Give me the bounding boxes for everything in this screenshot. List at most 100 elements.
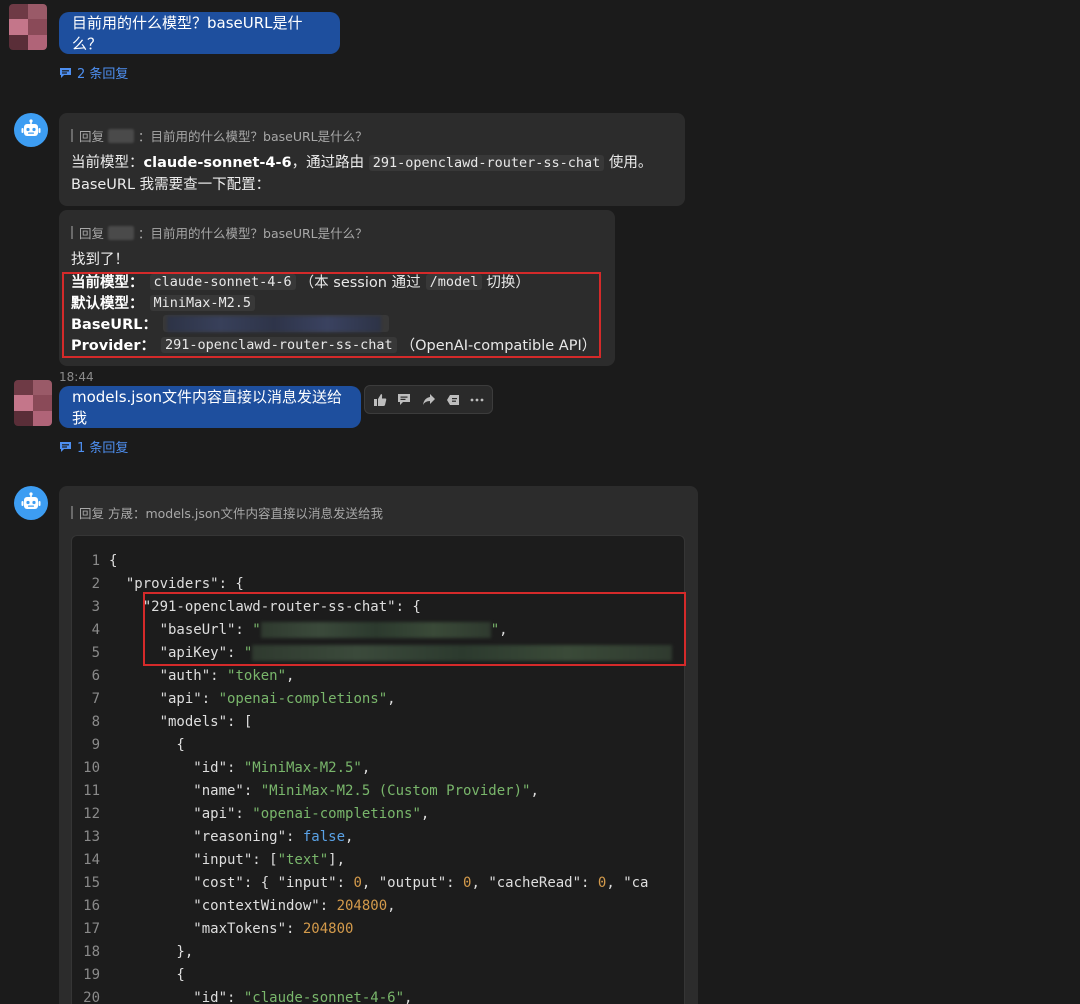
bot-avatar[interactable]: [14, 113, 48, 147]
message-body-line2: BaseURL 我需要查一下配置：: [71, 177, 271, 193]
line-number: 1: [91, 553, 100, 569]
code-token: "contextWindow":: [109, 898, 337, 914]
code-token: "name":: [109, 783, 261, 799]
message-text: models.json文件内容直接以消息发送给我: [72, 388, 342, 427]
code-token: ,: [387, 898, 396, 914]
inline-code-router: 291-openclawd-router-ss-chat: [368, 155, 605, 171]
line-number: 19: [83, 967, 100, 983]
code-token: "api":: [109, 691, 219, 707]
code-token: "id":: [109, 990, 244, 1004]
highlight-box: [143, 592, 686, 666]
code-line: 20 "id": "claude-sonnet-4-6",: [72, 987, 412, 1004]
code-token: , "output":: [361, 875, 464, 891]
code-line: 11 "name": "MiniMax-M2.5 (Custom Provide…: [72, 780, 539, 803]
line-number: 14: [83, 852, 100, 868]
code-token: ,: [420, 806, 430, 822]
line-number: 6: [91, 668, 100, 684]
reply-quote: 回复 ：目前用的什么模型？baseURL是什么？: [71, 223, 368, 242]
reply-count-link[interactable]: 1 条回复: [59, 437, 128, 456]
code-token: ],: [328, 852, 346, 868]
line-number: 10: [83, 760, 100, 776]
code-token: {: [109, 553, 118, 569]
more-button[interactable]: [468, 390, 486, 410]
code-line: 17 "maxTokens": 204800: [72, 918, 353, 941]
code-token: , "ca: [606, 875, 649, 891]
code-token: "text": [277, 852, 329, 868]
code-token: "MiniMax-M2.5 (Custom Provider)": [260, 783, 531, 799]
code-line: 7 "api": "openai-completions",: [72, 688, 396, 711]
line-number: 5: [91, 645, 100, 661]
message-body: 当前模型：claude-sonnet-4-6，通过路由 291-openclaw…: [71, 155, 653, 171]
reply-count-link[interactable]: 2 条回复: [59, 63, 128, 82]
code-token: , "cacheRead":: [471, 875, 598, 891]
line-number: 2: [91, 576, 100, 592]
code-token: {: [109, 737, 185, 753]
code-token: "openai-completions": [252, 806, 421, 822]
code-line: 15 "cost": { "input": 0, "output": 0, "c…: [72, 872, 649, 895]
bot-message-bubble[interactable]: 回复 方晟： models.json文件内容直接以消息发送给我 1{2 "pro…: [59, 486, 698, 1004]
code-line: 16 "contextWindow": 204800,: [72, 895, 396, 918]
code-line: 1{: [72, 550, 118, 573]
thumbs-up-icon: [374, 393, 387, 406]
user-avatar[interactable]: [9, 4, 47, 50]
line-number: 15: [83, 875, 100, 891]
code-line: 14 "input": ["text"],: [72, 849, 345, 872]
line-number: 8: [91, 714, 100, 730]
message-text: 目前用的什么模型？baseURL是什么？: [72, 14, 303, 53]
share-button[interactable]: [419, 390, 437, 410]
comment-icon: [60, 441, 71, 452]
code-line: 8 "models": [: [72, 711, 253, 734]
user-message-bubble[interactable]: models.json文件内容直接以消息发送给我: [59, 386, 361, 428]
line-number: 4: [91, 622, 100, 638]
robot-icon: [21, 492, 41, 509]
code-token: "claude-sonnet-4-6": [243, 990, 405, 1004]
reply-quote: 回复 方晟： models.json文件内容直接以消息发送给我: [71, 503, 383, 522]
line-number: 18: [83, 944, 100, 960]
bot-message-bubble[interactable]: 回复 ：目前用的什么模型？baseURL是什么？ 找到了！ 当前模型： clau…: [59, 210, 615, 366]
bot-message-bubble[interactable]: 回复 ：目前用的什么模型？baseURL是什么？ 当前模型：claude-son…: [59, 113, 685, 206]
code-token: "id":: [109, 760, 244, 776]
code-token: ,: [361, 760, 371, 776]
line-number: 7: [91, 691, 100, 707]
comment-button[interactable]: [395, 390, 413, 410]
share-icon: [422, 394, 435, 405]
code-token: },: [109, 944, 194, 960]
code-line: 6 "auth": "token",: [72, 665, 295, 688]
code-token: ,: [387, 691, 396, 707]
line-number: 17: [83, 921, 100, 937]
line-number: 20: [83, 990, 100, 1004]
code-line: 9 {: [72, 734, 185, 757]
code-token: "api":: [109, 806, 253, 822]
quote-icon: [446, 394, 459, 405]
code-token: {: [109, 967, 185, 983]
code-token: "openai-completions": [218, 691, 388, 707]
thumbs-up-button[interactable]: [371, 390, 389, 410]
code-line: 19 {: [72, 964, 185, 987]
code-token: "providers": {: [109, 576, 244, 592]
code-line: 13 "reasoning": false,: [72, 826, 353, 849]
code-token: "MiniMax-M2.5": [243, 760, 362, 776]
code-token: "models": [: [109, 714, 253, 730]
code-token: "input": [: [109, 852, 278, 868]
quote-button[interactable]: [444, 390, 462, 410]
line-number: 12: [83, 806, 100, 822]
code-token: ,: [530, 783, 539, 799]
redacted-name: [108, 225, 135, 240]
code-token: ,: [404, 990, 413, 1004]
user-message-bubble[interactable]: 目前用的什么模型？baseURL是什么？: [59, 12, 340, 54]
found-text: 找到了！: [71, 252, 129, 268]
code-token: "token": [227, 668, 287, 684]
code-token: "reasoning":: [109, 829, 303, 845]
highlight-box: [62, 272, 601, 358]
code-token: false: [302, 829, 346, 845]
code-token: 0: [353, 875, 362, 891]
line-number: 9: [91, 737, 100, 753]
bot-avatar[interactable]: [14, 486, 48, 520]
code-token: 204800: [302, 921, 354, 937]
user-avatar[interactable]: [14, 380, 52, 426]
code-token: 204800: [336, 898, 388, 914]
line-number: 3: [91, 599, 100, 615]
comment-icon: [60, 67, 71, 78]
code-line: 12 "api": "openai-completions",: [72, 803, 429, 826]
redacted-name: [108, 128, 135, 143]
